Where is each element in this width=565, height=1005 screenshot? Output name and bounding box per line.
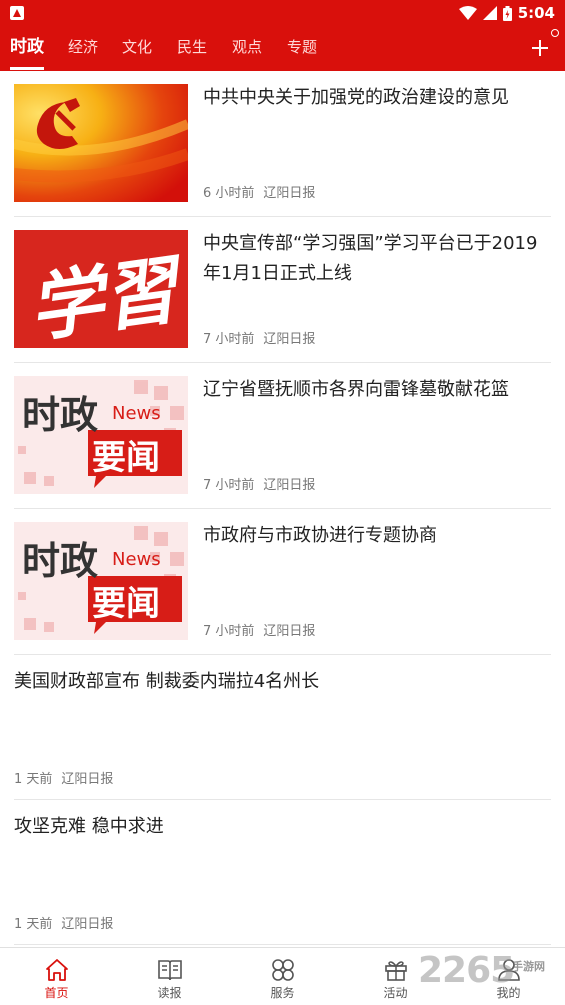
news-title: 市政府与市政协进行专题协商 xyxy=(203,525,437,546)
news-time: 7 小时前 xyxy=(203,478,255,493)
nav-newspaper[interactable]: 读报 xyxy=(113,948,226,1005)
news-meta: 1 天前 辽阳日报 xyxy=(14,768,113,787)
news-source: 辽阳日报 xyxy=(263,332,316,347)
nav-home-label: 首页 xyxy=(44,986,69,1000)
nav-newspaper-label: 读报 xyxy=(157,986,182,1000)
news-item[interactable]: 攻坚克难 稳中求进 1 天前 辽阳日报 xyxy=(14,800,551,945)
news-feed: 中共中央关于加强党的政治建设的意见 6 小时前 辽阳日报 学習 中央宣传部“学习强… xyxy=(0,71,565,945)
news-time: 6 小时前 xyxy=(203,186,255,201)
news-title: 中央宣传部“学习强国”学习平台已于2019年1月1日正式上线 xyxy=(203,233,538,284)
tab-wenhua[interactable]: 文化 xyxy=(122,26,152,71)
news-meta: 7 小时前 辽阳日报 xyxy=(203,620,315,639)
nav-home[interactable]: 首页 xyxy=(0,948,113,1005)
news-time: 7 小时前 xyxy=(203,332,255,347)
news-source: 辽阳日报 xyxy=(263,478,316,493)
politics-news-image: 时政 News 要闻 xyxy=(14,376,188,494)
tab-jingji[interactable]: 经济 xyxy=(68,26,98,71)
news-item[interactable]: 时政 News 要闻 市政府与市政协进行专题协商 7 小时前 辽阳日报 xyxy=(14,509,551,655)
site-watermark: 2265 手游网 xyxy=(418,950,545,996)
news-source: 辽阳日报 xyxy=(61,917,114,932)
status-time: 5:04 xyxy=(517,4,555,22)
gift-icon xyxy=(384,961,407,981)
book-icon xyxy=(157,960,182,981)
watermark-number: 2265 xyxy=(418,950,515,991)
news-item[interactable]: 中共中央关于加强党的政治建设的意见 6 小时前 辽阳日报 xyxy=(14,71,551,217)
tab-shizheng[interactable]: 时政 xyxy=(10,26,44,71)
status-icons: 5:04 xyxy=(458,2,555,24)
home-icon xyxy=(45,959,68,981)
news-title: 美国财政部宣布 制裁委内瑞拉4名州长 xyxy=(14,671,320,692)
shizheng-text: 时政 xyxy=(22,539,99,583)
news-source: 辽阳日报 xyxy=(263,186,316,201)
news-time: 1 天前 xyxy=(14,772,53,787)
news-meta: 6 小时前 辽阳日报 xyxy=(203,182,315,201)
news-title: 中共中央关于加强党的政治建设的意见 xyxy=(203,87,509,108)
news-item[interactable]: 学習 中央宣传部“学习强国”学习平台已于2019年1月1日正式上线 7 小时前辽… xyxy=(14,217,551,363)
news-time: 7 小时前 xyxy=(203,624,255,639)
news-en-text: News xyxy=(112,403,161,424)
news-item[interactable]: 时政 News 要闻 辽宁省暨抚顺市各界向雷锋墓敬献花篮 7 小时前 辽阳日报 xyxy=(14,363,551,509)
app-notification-icon xyxy=(10,6,24,20)
add-channel-icon[interactable] xyxy=(526,34,554,62)
xuexi-calligraphy-text: 学習 xyxy=(23,247,183,348)
watermark-sub: 手游网 xyxy=(512,960,545,973)
party-emblem-image xyxy=(14,84,188,202)
yaowen-text: 要闻 xyxy=(92,584,160,624)
battery-icon xyxy=(502,5,512,21)
news-source: 辽阳日报 xyxy=(263,624,316,639)
news-meta: 1 天前 辽阳日报 xyxy=(14,913,113,932)
xuexi-calligraphy-image: 学習 xyxy=(14,230,188,348)
news-source: 辽阳日报 xyxy=(61,772,114,787)
yaowen-text: 要闻 xyxy=(92,438,160,478)
news-en-text: News xyxy=(112,549,161,570)
news-time: 1 天前 xyxy=(14,917,53,932)
news-title: 攻坚克难 稳中求进 xyxy=(14,816,164,837)
wifi-icon xyxy=(458,6,477,20)
tab-minsheng[interactable]: 民生 xyxy=(177,26,207,71)
tab-guandian[interactable]: 观点 xyxy=(232,26,262,71)
channel-tab-bar: 时政 经济 文化 民生 观点 专题 xyxy=(0,26,565,71)
active-tab-indicator xyxy=(10,67,44,70)
signal-icon xyxy=(482,6,497,20)
tab-zhuanti[interactable]: 专题 xyxy=(287,26,317,71)
grid-icon xyxy=(271,959,294,981)
nav-service-label: 服务 xyxy=(270,986,295,1000)
politics-news-image: 时政 News 要闻 xyxy=(14,522,188,640)
news-title: 辽宁省暨抚顺市各界向雷锋墓敬献花篮 xyxy=(203,379,509,400)
news-meta: 7 小时前 辽阳日报 xyxy=(203,474,315,493)
status-bar: 5:04 xyxy=(0,0,565,26)
news-meta: 7 小时前 辽阳日报 xyxy=(203,328,315,347)
news-item[interactable]: 美国财政部宣布 制裁委内瑞拉4名州长 1 天前 辽阳日报 xyxy=(14,655,551,800)
nav-service[interactable]: 服务 xyxy=(226,948,339,1005)
shizheng-text: 时政 xyxy=(22,393,99,437)
